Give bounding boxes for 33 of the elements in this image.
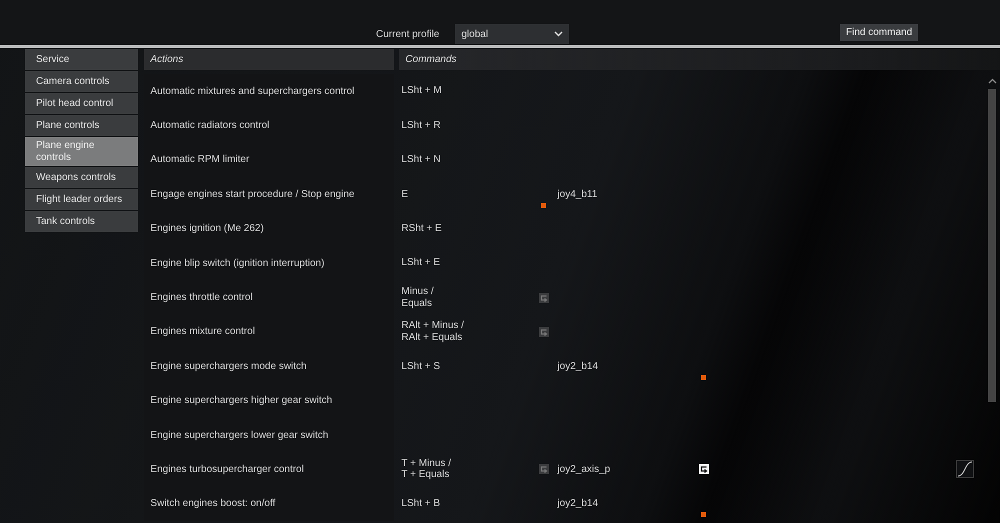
sidebar-item[interactable]: Weapons controls [25,167,138,188]
joystick-binding: joy2_b14 [557,360,598,372]
column-header: Commands [399,49,1000,70]
key-binding: LSht + N [401,154,441,166]
key-binding: LSht + S [401,360,440,372]
key-binding: LSht + R [401,120,441,131]
key-binding: RAlt + Minus / RAlt + Equals [401,320,464,343]
sidebar-item[interactable]: Service [25,49,138,70]
sidebar-item[interactable]: Tank controls [25,211,138,232]
sidebar-item[interactable]: Flight leader orders [25,189,138,210]
chevron-icon [554,31,564,37]
sidebar-item[interactable]: Camera controls [25,71,138,92]
profile-dropdown[interactable]: global [455,24,570,44]
key-binding: RSht + E [401,223,442,234]
key-binding: LSht + B [401,498,440,510]
sidebar-item[interactable]: Pilot head control [25,93,138,114]
key-binding: Minus / Equals [401,286,434,309]
joystick-binding: joy4_b11 [557,188,598,200]
profile-label: Current profile [376,28,440,42]
key-binding: LSht + M [401,85,442,96]
scroll-up-icon[interactable] [988,78,997,84]
key-binding: T + Minus / T + Equals [401,458,451,480]
key-binding: E [401,188,408,200]
sidebar-item[interactable]: Plane engine controls [25,137,138,166]
curve-icon[interactable] [956,460,974,478]
scrollbar-thumb[interactable] [988,89,996,402]
column-header: Actions [144,49,394,70]
swap-icon[interactable] [699,464,710,474]
joystick-binding: joy2_axis_p [557,464,610,475]
find-command-button[interactable]: Find command [840,24,918,41]
joystick-binding: joy2_b14 [557,498,598,510]
sidebar-item[interactable]: Plane controls [25,115,138,136]
key-binding: LSht + E [401,257,440,268]
